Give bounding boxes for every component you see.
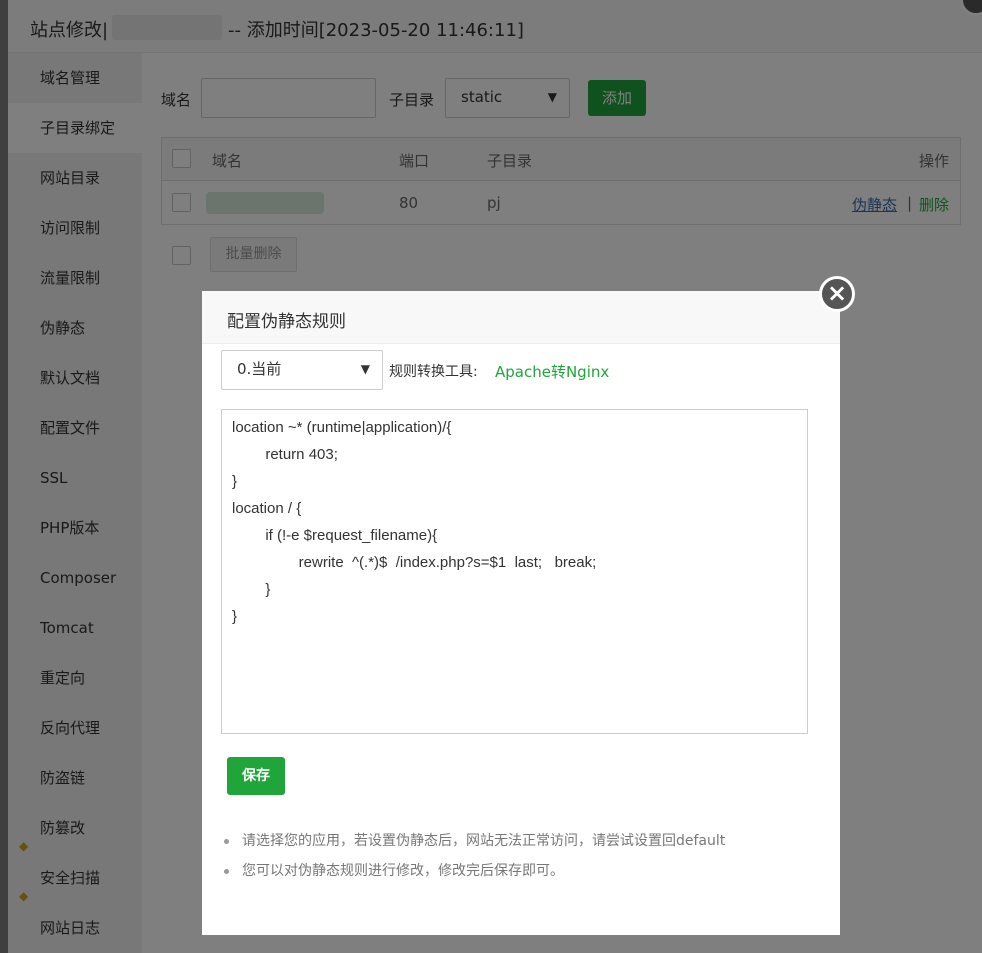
rewrite-rules-editor[interactable]: location ~* (runtime|application)/{ retu…	[221, 409, 808, 734]
convert-tool-label: 规则转换工具:	[389, 364, 478, 380]
rewrite-dialog: 配置伪静态规则 0.当前 ▼ 规则转换工具: Apache转Nginx loca…	[202, 291, 840, 935]
template-selected-value: 0.当前	[237, 360, 282, 378]
rewrite-template-select[interactable]: 0.当前 ▼	[221, 350, 383, 390]
apache-to-nginx-link[interactable]: Apache转Nginx	[495, 361, 609, 382]
list-item: 您可以对伪静态规则进行修改，修改完后保存即可。	[224, 861, 725, 891]
dialog-title: 配置伪静态规则	[227, 312, 346, 332]
save-button[interactable]: 保存	[227, 757, 285, 795]
tips-list: 请选择您的应用，若设置伪静态后，网站无法正常访问，请尝试设置回default 您…	[224, 831, 725, 891]
close-icon: ×	[826, 279, 848, 307]
rewrite-rules-text: location ~* (runtime|application)/{ retu…	[232, 419, 597, 625]
dialog-header: 配置伪静态规则	[202, 291, 840, 344]
dialog-close-button[interactable]: ×	[819, 276, 855, 312]
chevron-down-icon: ▼	[360, 362, 370, 376]
list-item: 请选择您的应用，若设置伪静态后，网站无法正常访问，请尝试设置回default	[224, 831, 725, 861]
